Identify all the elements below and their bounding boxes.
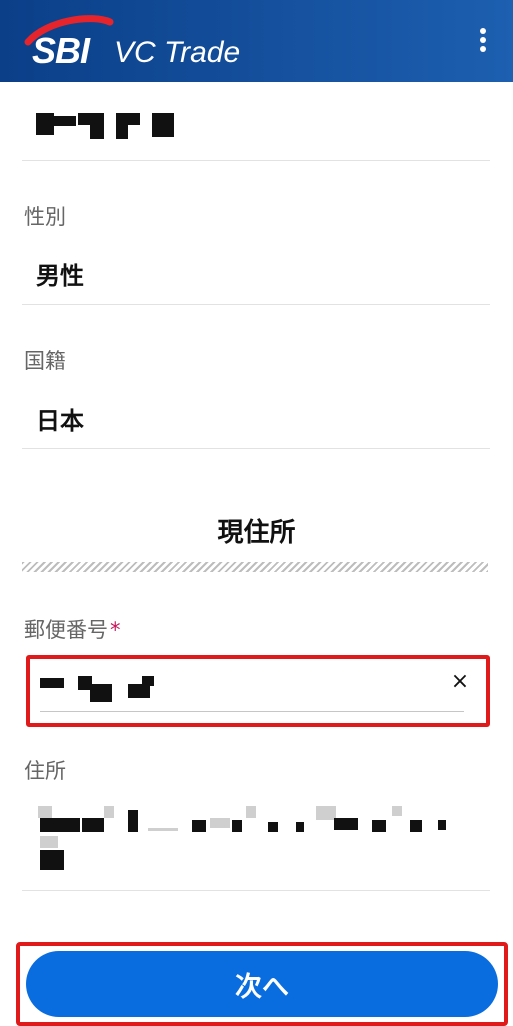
address-label: 住所 — [24, 759, 66, 783]
app-header: SBI VC Trade — [0, 0, 513, 82]
clear-icon[interactable]: × — [448, 669, 472, 697]
required-mark: * — [110, 618, 121, 642]
gender-label: 性別 — [24, 205, 66, 229]
sbi-vc-trade-logo: SBI VC Trade — [22, 14, 262, 74]
divider — [22, 890, 490, 891]
next-button[interactable]: 次へ — [26, 951, 498, 1017]
gender-value: 男性 — [36, 262, 84, 290]
nationality-value: 日本 — [36, 407, 84, 435]
next-button-highlight: 次へ — [16, 942, 508, 1026]
logo-sbi-text: SBI — [32, 30, 90, 71]
section-title: 現住所 — [217, 518, 296, 548]
divider — [22, 160, 490, 161]
logo-vc-trade-text: VC Trade — [114, 36, 241, 69]
more-vertical-icon[interactable] — [477, 28, 489, 58]
postal-code-label-text: 郵便番号 — [24, 618, 108, 642]
postal-code-label: 郵便番号* — [24, 614, 121, 644]
nationality-label: 国籍 — [24, 349, 66, 373]
divider — [22, 304, 490, 305]
section-divider-hatch — [22, 562, 488, 572]
divider — [22, 448, 490, 449]
